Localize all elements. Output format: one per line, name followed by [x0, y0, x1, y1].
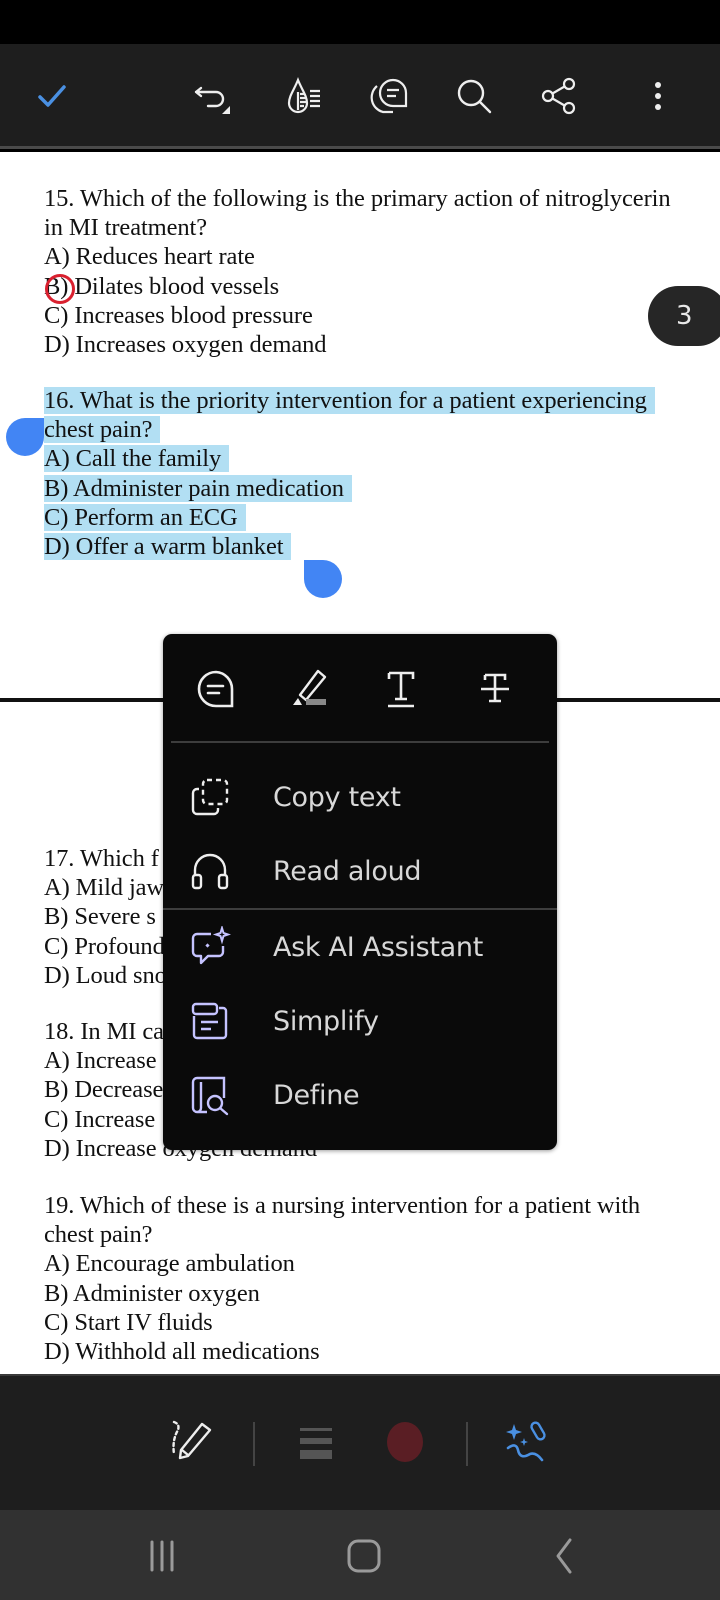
answer-option: C) Increases blood pressure: [44, 301, 313, 329]
undo-button[interactable]: [190, 72, 238, 120]
toolbar-separator: [253, 1422, 255, 1466]
copy-text-label: Copy text: [273, 781, 401, 813]
quick-actions-row: [163, 634, 557, 742]
back-button[interactable]: [534, 1528, 594, 1584]
draw-tool-button[interactable]: [164, 1414, 220, 1470]
copy-icon: [191, 778, 229, 816]
circle-annotation[interactable]: [45, 274, 75, 304]
define-item[interactable]: Define: [163, 1060, 557, 1130]
search-icon: [457, 79, 492, 114]
color-picker-button[interactable]: [377, 1414, 433, 1470]
recents-button[interactable]: [132, 1528, 192, 1584]
question-text: 15. Which of the following is the primar…: [44, 185, 671, 212]
simplify-label: Simplify: [273, 1005, 379, 1037]
menu-divider: [163, 908, 557, 910]
highlight-button[interactable]: [285, 664, 335, 714]
underline-icon: [387, 671, 415, 708]
answer-option: B) Administer pain medication: [44, 474, 352, 502]
liquid-mode-button[interactable]: [280, 72, 328, 120]
question-text: 16. What is the priority intervention fo…: [44, 387, 655, 414]
question-text: chest pain?: [44, 1221, 153, 1249]
question-text: in MI treatment?: [44, 214, 208, 242]
search-button[interactable]: [450, 72, 498, 120]
more-button[interactable]: [634, 72, 682, 120]
undo-icon: [194, 86, 230, 114]
page-number-badge: 3: [648, 286, 720, 346]
ai-draw-icon: [506, 1421, 546, 1462]
top-toolbar: [0, 44, 720, 149]
copy-text-item[interactable]: Copy text: [163, 762, 557, 832]
answer-option: D) Offer a warm blanket: [44, 533, 292, 561]
answer-option: A) Encourage ambulation: [44, 1250, 295, 1278]
comments-icon: [370, 78, 408, 114]
answer-option: A) Call the family: [44, 445, 230, 473]
recents-icon: [150, 1540, 174, 1572]
comments-button[interactable]: [365, 72, 413, 120]
answer-option: C) Profound: [44, 932, 165, 960]
comment-icon: [197, 670, 234, 708]
ask-ai-assistant-item[interactable]: Ask AI Assistant: [163, 912, 557, 982]
color-swatch: [387, 1422, 423, 1462]
simplify-icon: [191, 1002, 228, 1040]
question-16-selected[interactable]: 16. What is the priority intervention fo…: [44, 386, 655, 561]
answer-option: D) Increases oxygen demand: [44, 331, 327, 359]
underline-button[interactable]: [376, 664, 426, 714]
liquid-mode-icon: [287, 77, 320, 114]
strikethrough-icon: [481, 673, 509, 703]
add-comment-button[interactable]: [191, 664, 241, 714]
answer-option: B) Severe s: [44, 903, 156, 931]
done-button[interactable]: [28, 72, 76, 120]
back-icon: [556, 1538, 572, 1574]
system-navigation-bar: [0, 1510, 720, 1600]
question-19: 19. Which of these is a nursing interven…: [44, 1191, 640, 1366]
selection-start-handle[interactable]: [6, 418, 44, 456]
menu-divider: [171, 741, 549, 743]
question-text: 19. Which of these is a nursing interven…: [44, 1192, 641, 1219]
read-aloud-item[interactable]: Read aloud: [163, 836, 557, 906]
share-icon: [541, 77, 576, 115]
line-thickness-button[interactable]: [288, 1414, 344, 1470]
question-text: chest pain?: [44, 416, 161, 444]
ai-draw-tool-button[interactable]: [500, 1414, 556, 1470]
simplify-item[interactable]: Simplify: [163, 986, 557, 1056]
answer-option: A) Mild jaw: [44, 874, 165, 902]
question-15: 15. Which of the following is the primar…: [44, 184, 671, 359]
read-aloud-label: Read aloud: [273, 855, 422, 887]
question-17: 17. Which f A) Mild jaw B) Severe s C) P…: [44, 844, 167, 990]
annotation-toolbar: [0, 1374, 720, 1510]
define-label: Define: [273, 1079, 360, 1111]
ask-ai-assistant-label: Ask AI Assistant: [273, 931, 483, 963]
ai-assistant-icon: [191, 926, 231, 965]
headphones-icon: [191, 853, 229, 890]
line-thickness-icon: [300, 1428, 332, 1459]
share-button[interactable]: [535, 72, 583, 120]
home-button[interactable]: [334, 1528, 394, 1584]
status-bar: [0, 0, 720, 44]
highlighter-icon: [293, 669, 327, 705]
home-icon: [347, 1539, 381, 1573]
more-vertical-icon: [655, 82, 661, 110]
selection-end-handle[interactable]: [304, 560, 342, 598]
text-selection-context-menu: Copy text Read aloud Ask AI Assistant Si…: [163, 634, 557, 1150]
toolbar-separator: [466, 1422, 468, 1466]
strikethrough-button[interactable]: [470, 664, 520, 714]
answer-option: D) Loud sno: [44, 961, 167, 989]
define-icon: [191, 1076, 229, 1116]
question-text: 17. Which f: [44, 845, 159, 872]
draw-icon: [172, 1420, 212, 1460]
answer-option: B) Dilates blood vessels: [44, 272, 280, 300]
check-icon: [38, 85, 66, 107]
answer-option: B) Administer oxygen: [44, 1279, 260, 1307]
answer-option: C) Start IV fluids: [44, 1308, 213, 1336]
answer-option: C) Perform an ECG: [44, 503, 246, 531]
answer-option: A) Reduces heart rate: [44, 243, 255, 271]
answer-option: D) Withhold all medications: [44, 1338, 320, 1366]
